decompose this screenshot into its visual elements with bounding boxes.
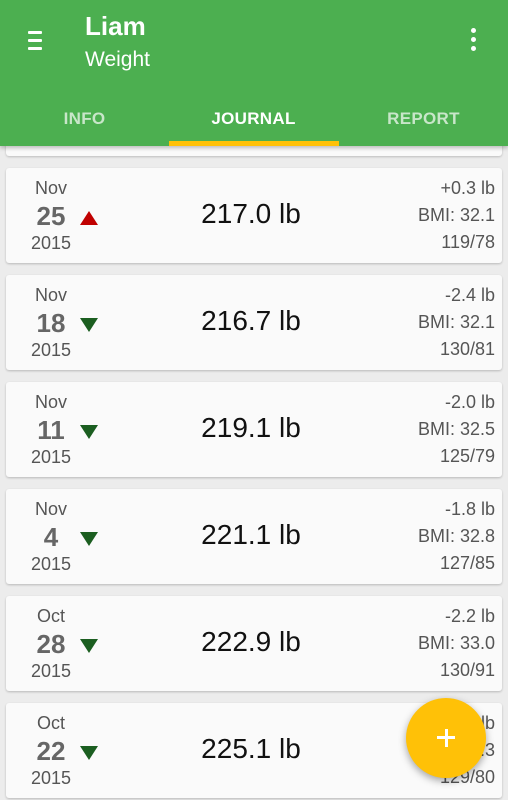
trend-down-icon xyxy=(80,746,98,760)
tab-journal[interactable]: JOURNAL xyxy=(169,92,338,146)
entry-weight: 225.1 lb xyxy=(201,733,301,764)
entry-bmi: BMI: 33.0 xyxy=(417,633,495,653)
entry-month: Oct xyxy=(36,713,65,733)
list-item-partial xyxy=(6,146,502,156)
entry-weight: 216.7 lb xyxy=(201,305,301,336)
entry-year: 2015 xyxy=(30,233,72,253)
journal-entry[interactable]: Oct 28 2015 222.9 lb -2.2 lb BMI: 33.0 1… xyxy=(6,596,502,691)
entry-month: Nov xyxy=(34,499,67,519)
entry-blood-pressure: 127/85 xyxy=(439,553,495,573)
entry-bmi: BMI: 32.1 xyxy=(417,312,495,332)
entry-blood-pressure: 125/79 xyxy=(439,446,495,466)
entry-delta: -2.0 lb xyxy=(444,392,495,412)
journal-entry[interactable]: Nov 4 2015 221.1 lb -1.8 lb BMI: 32.8 12… xyxy=(6,489,502,584)
entry-year: 2015 xyxy=(30,340,72,360)
tab-indicator xyxy=(169,141,339,146)
entry-weight: 219.1 lb xyxy=(201,412,301,443)
entry-blood-pressure: 130/91 xyxy=(439,660,495,680)
entry-bmi: BMI: 32.5 xyxy=(417,419,495,439)
entry-delta: -2.2 lb xyxy=(444,606,495,626)
tab-info[interactable]: INFO xyxy=(0,92,169,146)
entry-weight: 221.1 lb xyxy=(201,519,301,550)
entry-weight: 222.9 lb xyxy=(201,626,301,657)
trend-down-icon xyxy=(80,318,98,332)
entry-delta: -2.4 lb xyxy=(444,285,495,305)
trend-down-icon xyxy=(80,639,98,653)
trend-down-icon xyxy=(80,532,98,546)
more-vert-icon[interactable] xyxy=(466,27,480,53)
entry-month: Nov xyxy=(34,178,67,198)
entry-month: Oct xyxy=(36,606,65,626)
entry-month: Nov xyxy=(34,392,67,412)
entry-blood-pressure: 119/78 xyxy=(441,232,495,252)
trend-down-icon xyxy=(80,425,98,439)
tab-report[interactable]: REPORT xyxy=(339,92,508,146)
page-subtitle: Weight xyxy=(85,48,150,71)
entry-weight: 217.0 lb xyxy=(201,198,301,229)
entry-year: 2015 xyxy=(30,768,72,788)
tab-bar: INFO JOURNAL REPORT xyxy=(0,92,508,146)
entry-delta: +0.3 lb xyxy=(440,178,495,198)
page-title: Liam xyxy=(85,11,146,41)
app-bar: Liam Weight INFO JOURNAL REPORT xyxy=(0,0,508,146)
entry-year: 2015 xyxy=(30,661,72,681)
entry-bmi: BMI: 32.8 xyxy=(417,526,495,546)
menu-icon[interactable] xyxy=(28,31,42,51)
entry-bmi: BMI: 32.1 xyxy=(417,205,495,225)
entry-year: 2015 xyxy=(30,554,72,574)
trend-up-icon xyxy=(80,211,98,225)
journal-entry[interactable]: Nov 18 2015 216.7 lb -2.4 lb BMI: 32.1 1… xyxy=(6,275,502,370)
entry-year: 2015 xyxy=(30,447,72,467)
journal-entry[interactable]: Nov 25 2015 217.0 lb +0.3 lb BMI: 32.1 1… xyxy=(6,168,502,263)
entry-delta: -1.8 lb xyxy=(444,499,495,519)
entry-blood-pressure: 129/80 xyxy=(439,767,495,787)
entry-month: Nov xyxy=(34,285,67,305)
journal-entry[interactable]: Nov 11 2015 219.1 lb -2.0 lb BMI: 32.5 1… xyxy=(6,382,502,477)
entry-blood-pressure: 130/81 xyxy=(439,339,495,359)
add-entry-button[interactable] xyxy=(406,698,486,778)
